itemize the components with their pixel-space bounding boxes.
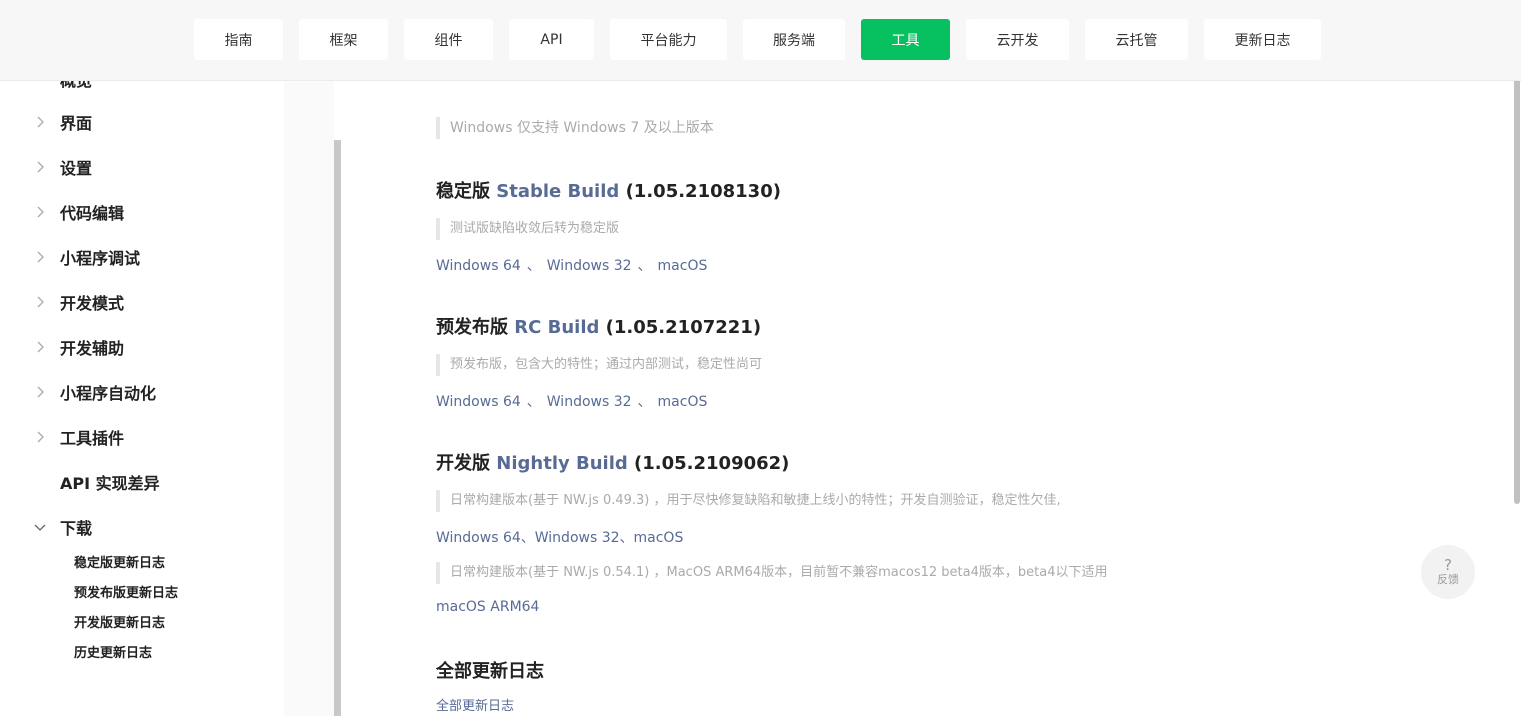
nightly-arm-link[interactable]: macOS ARM64 [436,599,539,615]
nightly-name: Nightly Build [496,453,628,474]
stable-note: 测试版缺陷收敛后转为稳定版 [436,218,619,240]
page-scrollbar[interactable] [1513,64,1521,716]
rc-version: (1.05.2107221) [605,317,762,338]
windows-note: Windows 仅支持 Windows 7 及以上版本 [436,117,714,139]
stable-win64-link[interactable]: Windows 64 [436,258,521,274]
stable-download-links: Windows 64 、 Windows 32 、 macOS [436,255,707,275]
sidebar-subitem-rc-log[interactable]: 预发布版更新日志 [74,582,178,601]
tab-framework[interactable]: 框架 [299,19,388,60]
all-logs-link[interactable]: 全部更新日志 [436,695,514,714]
sidebar-item-label: 界面 [60,114,93,133]
stable-name: Stable Build [496,181,620,202]
stable-win32-link[interactable]: Windows 32 [547,258,632,274]
sidebar-item-label: 下载 [60,519,93,538]
sidebar-subitem-history-log[interactable]: 历史更新日志 [74,642,152,661]
chevron-down-icon [33,520,47,534]
sidebar-item-label: API 实现差异 [60,474,160,493]
chevron-right-icon [33,250,47,264]
rc-win64-link[interactable]: Windows 64 [436,394,521,410]
sidebar-item-dev-mode[interactable]: 开发模式 [0,287,284,317]
sidebar-scrollbar[interactable] [334,140,341,716]
nightly-download-links[interactable]: Windows 64、Windows 32、macOS [436,527,683,547]
tab-cloud-dev[interactable]: 云开发 [966,19,1069,60]
sidebar-gutter [284,81,334,716]
scrollbar-thumb[interactable] [1514,64,1520,504]
separator: 、 [526,258,541,274]
tab-changelog[interactable]: 更新日志 [1204,19,1321,60]
stable-macos-link[interactable]: macOS [658,258,708,274]
sidebar-item-label: 代码编辑 [60,204,125,223]
sidebar-item-label: 开发模式 [60,294,125,313]
nightly-prefix: 开发版 [436,453,490,474]
sidebar-item-label: 概览 [60,81,92,91]
rc-heading: 预发布版 RC Build (1.05.2107221) [436,313,761,339]
tab-server[interactable]: 服务端 [743,19,845,60]
sidebar-item-label: 工具插件 [60,429,125,448]
question-icon: ? [1444,556,1452,574]
top-nav: 指南 框架 组件 API 平台能力 服务端 工具 云开发 云托管 更新日志 [0,0,1521,81]
chevron-right-icon [33,160,47,174]
tab-tools[interactable]: 工具 [861,19,950,60]
rc-download-links: Windows 64 、 Windows 32 、 macOS [436,391,707,411]
separator: 、 [637,258,652,274]
sidebar-item-label: 小程序自动化 [60,384,157,403]
feedback-button[interactable]: ? 反馈 [1421,545,1475,599]
sidebar-subitem-nightly-log[interactable]: 开发版更新日志 [74,612,165,631]
tab-cloud-hosting[interactable]: 云托管 [1085,19,1188,60]
sidebar-item-label: 开发辅助 [60,339,125,358]
stable-heading: 稳定版 Stable Build (1.05.2108130) [436,177,781,203]
chevron-right-icon [33,385,47,399]
sidebar-item-automation[interactable]: 小程序自动化 [0,377,284,407]
stable-prefix: 稳定版 [436,181,490,202]
sidebar-item-plugins[interactable]: 工具插件 [0,422,284,452]
separator: 、 [526,394,541,410]
tab-guide[interactable]: 指南 [194,19,283,60]
sidebar-item-debug[interactable]: 小程序调试 [0,242,284,272]
chevron-right-icon [33,340,47,354]
nightly-arm-note: 日常构建版本(基于 NW.js 0.54.1) ，MacOS ARM64版本，目… [436,562,1107,584]
all-logs-heading: 全部更新日志 [436,661,544,682]
nightly-heading: 开发版 Nightly Build (1.05.2109062) [436,449,789,475]
chevron-right-icon [33,205,47,219]
sidebar-item-overview[interactable]: 概览 [0,81,284,94]
sidebar: 概览 界面 设置 代码编辑 小程序调试 开发模式 开发辅助 小程序自动化 工具插… [0,81,334,716]
sidebar-item-api-diff[interactable]: API 实现差异 [0,467,284,497]
rc-name: RC Build [514,317,600,338]
sidebar-item-download[interactable]: 下载 [0,512,284,542]
sidebar-item-code-edit[interactable]: 代码编辑 [0,197,284,227]
sidebar-item-label: 设置 [60,159,93,178]
sidebar-item-settings[interactable]: 设置 [0,152,284,182]
rc-note: 预发布版，包含大的特性；通过内部测试，稳定性尚可 [436,354,762,376]
rc-win32-link[interactable]: Windows 32 [547,394,632,410]
sidebar-subitem-stable-log[interactable]: 稳定版更新日志 [74,552,165,571]
feedback-label: 反馈 [1437,573,1459,586]
stable-version: (1.05.2108130) [625,181,781,202]
sidebar-item-interface[interactable]: 界面 [0,107,284,137]
sidebar-item-dev-assist[interactable]: 开发辅助 [0,332,284,362]
nightly-version: (1.05.2109062) [634,453,790,474]
chevron-right-icon [33,115,47,129]
chevron-right-icon [33,430,47,444]
tab-components[interactable]: 组件 [404,19,493,60]
separator: 、 [637,394,652,410]
rc-macos-link[interactable]: macOS [658,394,708,410]
chevron-right-icon [33,295,47,309]
tab-api[interactable]: API [509,19,594,60]
nightly-note: 日常构建版本(基于 NW.js 0.49.3) ，用于尽快修复缺陷和敏捷上线小的… [436,490,1061,512]
sidebar-item-label: 小程序调试 [60,249,141,268]
rc-prefix: 预发布版 [436,317,508,338]
tab-platform[interactable]: 平台能力 [610,19,727,60]
